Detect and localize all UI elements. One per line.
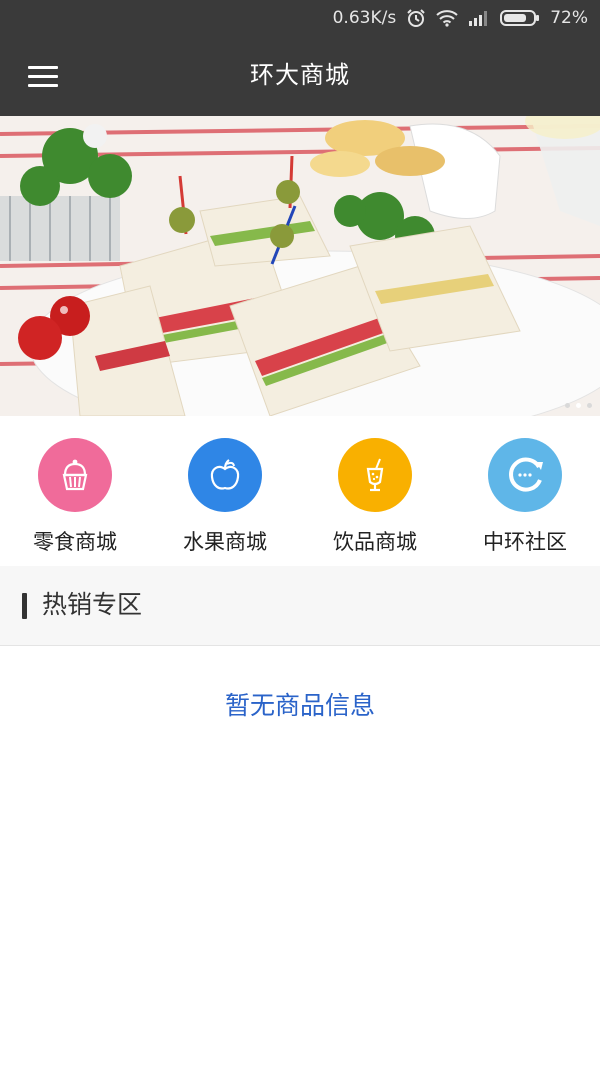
- hamburger-menu-icon[interactable]: [28, 58, 72, 94]
- section-marker: [22, 593, 27, 619]
- wifi-icon: [436, 9, 458, 27]
- category-label: 中环社区: [483, 530, 567, 554]
- status-bar: 0.63K/s 72%: [0, 0, 600, 36]
- carousel-indicator: [565, 403, 592, 408]
- cupcake-icon[interactable]: [38, 438, 112, 512]
- drink-icon[interactable]: [338, 438, 412, 512]
- app-title: 环大商城: [250, 61, 350, 89]
- category-fruit[interactable]: 水果商城: [150, 416, 300, 566]
- signal-icon: [468, 10, 490, 26]
- app-bar: 环大商城: [0, 36, 600, 116]
- category-label: 饮品商城: [333, 530, 417, 554]
- net-speed: 0.63K/s: [332, 8, 397, 28]
- chat-icon[interactable]: [488, 438, 562, 512]
- hot-section-header: 热销专区: [0, 566, 600, 646]
- category-community[interactable]: 中环社区: [450, 416, 600, 566]
- category-snacks[interactable]: 零食商城: [0, 416, 150, 566]
- carousel-dot-active[interactable]: [576, 403, 581, 408]
- banner-image: [0, 116, 600, 416]
- category-label: 水果商城: [183, 530, 267, 554]
- carousel-dot[interactable]: [587, 403, 592, 408]
- category-drinks[interactable]: 饮品商城: [300, 416, 450, 566]
- category-label: 零食商城: [33, 530, 117, 554]
- empty-products-message: 暂无商品信息: [224, 691, 375, 720]
- section-title: 热销专区: [42, 590, 143, 619]
- category-grid: 零食商城 水果商城 饮品商城 中环社区: [0, 416, 600, 566]
- alarm-icon: [406, 8, 426, 28]
- banner-carousel[interactable]: [0, 116, 600, 416]
- battery-icon: [500, 9, 540, 27]
- battery-level: 72%: [550, 8, 588, 28]
- carousel-dot[interactable]: [565, 403, 570, 408]
- apple-icon[interactable]: [188, 438, 262, 512]
